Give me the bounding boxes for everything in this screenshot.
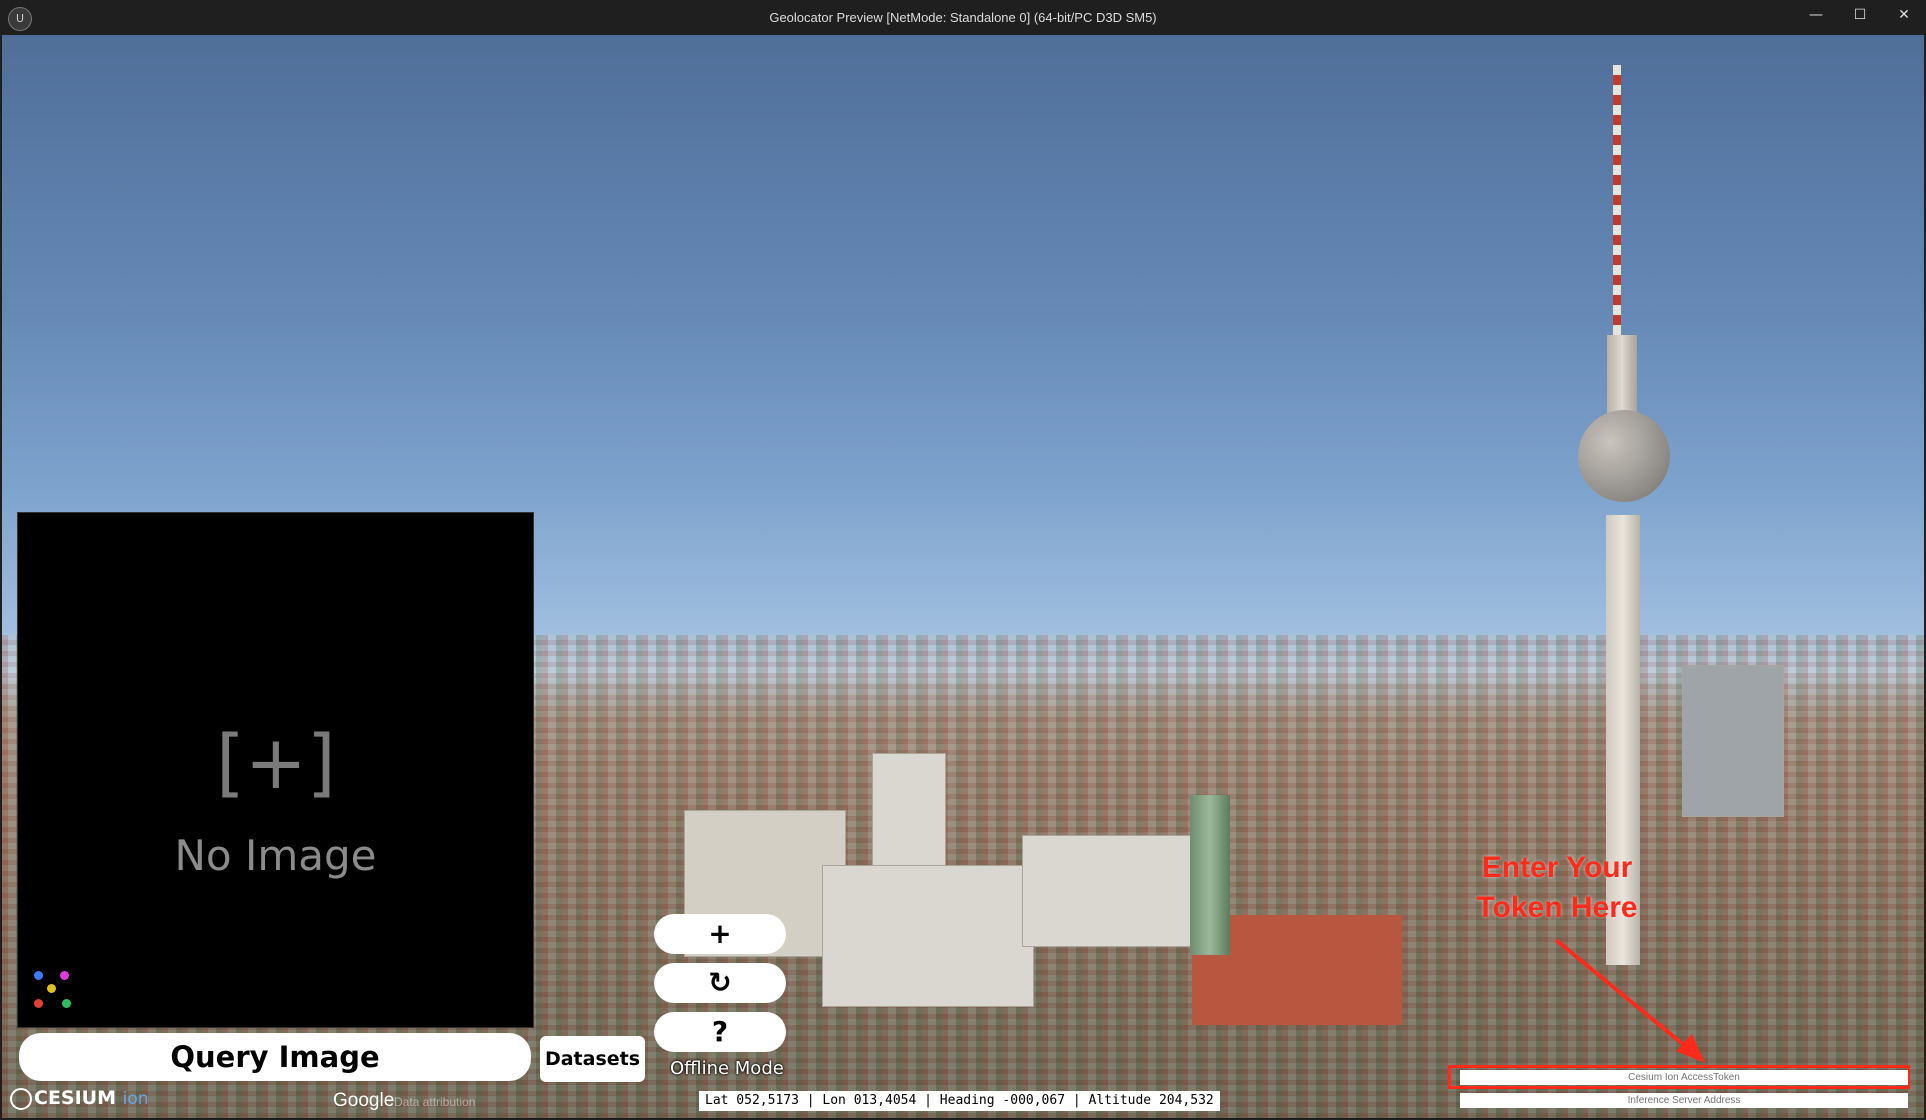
dot-red — [34, 999, 43, 1008]
maximize-button[interactable]: ☐ — [1838, 0, 1882, 30]
dot-green — [62, 999, 71, 1008]
refresh-button[interactable]: ↻ — [654, 963, 786, 1003]
data-attribution-link[interactable]: Data attribution — [394, 1095, 475, 1109]
apartment-block — [1022, 835, 1194, 947]
query-image-panel[interactable]: [+] No Image — [17, 512, 534, 1028]
dot-blue — [34, 971, 43, 980]
title-bar: U Geolocator Preview [NetMode: Standalon… — [0, 0, 1926, 35]
offline-mode-label[interactable]: Offline Mode — [670, 1058, 784, 1079]
ion-wordmark: ion — [122, 1089, 149, 1109]
query-image-button[interactable]: Query Image — [19, 1033, 531, 1081]
cesium-circle-icon — [10, 1087, 32, 1110]
close-button[interactable]: ✕ — [1882, 0, 1926, 30]
no-image-label: No Image — [174, 831, 377, 880]
datasets-button[interactable]: Datasets — [540, 1036, 645, 1082]
church-spire — [1190, 795, 1230, 955]
add-button[interactable]: + — [654, 914, 786, 954]
office-tower — [1682, 665, 1784, 817]
coordinates-readout: Lat 052,5173 | Lon 013,4054 | Heading -0… — [699, 1091, 1220, 1111]
add-image-icon: [+] — [216, 720, 336, 806]
dot-yellow — [47, 984, 56, 993]
token-annotation: Enter Your Token Here — [1476, 851, 1638, 924]
google-logo: Google — [333, 1090, 395, 1111]
tall-building — [872, 753, 946, 875]
tv-tower-neck — [1607, 335, 1637, 415]
cesium-wordmark: CESIUM — [34, 1087, 117, 1109]
window-title: Geolocator Preview [NetMode: Standalone … — [769, 10, 1157, 25]
dot-magenta — [60, 971, 69, 980]
minimize-button[interactable]: — — [1794, 0, 1838, 30]
help-button[interactable]: ? — [654, 1012, 786, 1052]
cesium-logo: CESIUM ion — [10, 1087, 149, 1110]
cesium-access-token-input[interactable] — [1460, 1070, 1908, 1085]
tv-tower-antenna — [1613, 65, 1621, 345]
tv-tower-sphere — [1578, 410, 1670, 502]
app-dots-icon — [32, 969, 80, 1017]
apartment-block — [822, 865, 1034, 1007]
annotation-arrow-icon — [1554, 938, 1705, 1063]
inference-server-input[interactable] — [1460, 1093, 1908, 1108]
